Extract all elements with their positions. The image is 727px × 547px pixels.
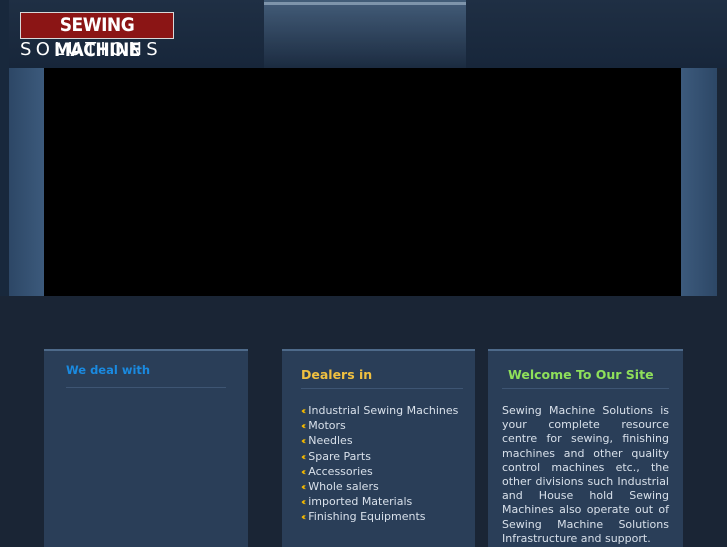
double-chevron-left-icon: ‹‹ [301, 421, 307, 433]
site-logo[interactable]: SEWING MACHINE SOLUTIONS [20, 12, 174, 61]
dealers-panel: Dealers in ‹‹ Industrial Sewing Machines … [282, 349, 475, 547]
double-chevron-left-icon: ‹‹ [301, 466, 307, 478]
double-chevron-left-icon: ‹‹ [301, 451, 307, 463]
dealers-list: ‹‹ Industrial Sewing Machines ‹‹ Motors ‹‹… [301, 404, 471, 526]
left-edge-strip [0, 0, 9, 296]
divider [301, 388, 463, 389]
double-chevron-left-icon: ‹‹ [301, 436, 307, 448]
welcome-panel: Welcome To Our Site Sewing Machine Solut… [488, 349, 683, 547]
deal-with-title: We deal with [66, 363, 151, 377]
welcome-title: Welcome To Our Site [508, 367, 654, 382]
double-chevron-left-icon: ‹‹ [301, 406, 307, 417]
double-chevron-left-icon: ‹‹ [301, 497, 307, 509]
logo-line-1: SEWING MACHINE [20, 12, 174, 61]
list-item[interactable]: ‹‹ Whole salers [301, 480, 471, 495]
list-item[interactable]: ‹‹ imported Materials [301, 495, 471, 510]
list-item[interactable]: ‹‹ Industrial Sewing Machines [301, 404, 471, 419]
deal-with-panel: We deal with [44, 349, 248, 547]
logo-line-2: SOLUTIONS [20, 39, 162, 60]
list-item[interactable]: ‹‹ Accessories [301, 465, 471, 480]
header-glow-decoration [264, 0, 466, 68]
right-edge [717, 68, 727, 296]
list-item[interactable]: ‹‹ Finishing Equipments [301, 510, 471, 525]
list-item[interactable]: ‹‹ Motors [301, 419, 471, 434]
divider [66, 387, 226, 388]
divider [502, 388, 669, 389]
banner-area [44, 68, 681, 296]
list-item[interactable]: ‹‹ Needles [301, 434, 471, 449]
double-chevron-left-icon: ‹‹ [301, 482, 307, 494]
welcome-text: Sewing Machine Solutions is your complet… [502, 404, 669, 545]
list-item[interactable]: ‹‹ Spare Parts [301, 450, 471, 465]
double-chevron-left-icon: ‹‹ [301, 512, 307, 524]
dealers-title: Dealers in [301, 367, 373, 382]
